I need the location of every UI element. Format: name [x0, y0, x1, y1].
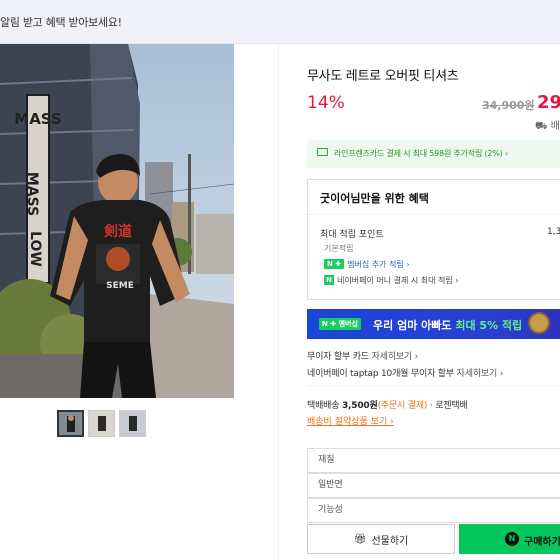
thumbnail-image: [59, 412, 82, 435]
truck-icon: ⛟: [535, 121, 548, 132]
buy-button-label: 구매하기: [524, 537, 560, 548]
thumbnail-2[interactable]: [88, 410, 115, 437]
money-row: N 네이버페이 머니 결제 시 최대 적립 ›: [324, 274, 459, 286]
sign-text-low: LOW: [27, 231, 43, 267]
taptap-label: 네이버페이 taptap 10개월 무이자 할부: [307, 369, 454, 379]
banner-text: 알림 받고 혜택 받아보세요!: [0, 16, 122, 29]
membership-link[interactable]: 멤버십 추가 적립 ›: [347, 259, 409, 270]
option-cotton[interactable]: 일반면: [307, 473, 560, 498]
installment-detail-link[interactable]: 자세히보기 ›: [372, 352, 419, 362]
shipping-saving-link[interactable]: 배송비 절약상품 보기 ›: [307, 414, 394, 427]
shipping-method: 택배배송: [307, 401, 340, 411]
option-material[interactable]: 재질: [307, 448, 560, 473]
benefit-box: 굿이어님만을 위한 혜택 최대 적립 포인트 1,3 기본적립 N ✚ 멤버십 …: [307, 179, 560, 300]
points-label: 최대 적립 포인트: [320, 230, 384, 240]
membership-row: N ✚ 멤버십 추가 적립 ›: [324, 258, 410, 270]
gift-button[interactable]: 🎁︎ 선물하기: [307, 524, 455, 554]
points-value: 1,3: [547, 227, 560, 237]
installment-label: 무이자 할부 카드: [307, 352, 369, 362]
money-link[interactable]: 네이버페이 머니 결제 시 최대 적립 ›: [337, 275, 459, 286]
product-main-image[interactable]: MASS MASS LOW 剣道 SEME: [0, 44, 234, 398]
gift-icon: 🎁︎: [353, 533, 367, 545]
shipping-info: ⛟ 배송: [535, 117, 560, 134]
benefit-divider: [308, 214, 560, 215]
shirt-graphic-sub: SEME: [106, 281, 134, 291]
naver-pay-money-icon: N: [324, 275, 334, 285]
naver-pay-icon: N: [505, 532, 519, 546]
membership-ad-banner[interactable]: N ✚ 멤버십 우리 엄마 아빠도 최대 5% 적립: [307, 309, 560, 339]
sign-letter-m: MASS: [14, 110, 61, 128]
option-functional[interactable]: 기능성: [307, 498, 560, 523]
installment-row: 무이자 할부 카드 자세히보기 ›: [307, 349, 418, 362]
taptap-row: 네이버페이 taptap 10개월 무이자 할부 자세히보기 ›: [307, 366, 503, 379]
credit-card-icon: [317, 148, 328, 156]
gift-button-label: 선물하기: [371, 535, 409, 547]
thumbnail-strip: [57, 410, 146, 437]
shipping-label: 배송: [550, 121, 560, 132]
ad-text-main: 우리 엄마 아빠도: [373, 319, 456, 332]
shipping-fee: 3,500원: [342, 401, 378, 411]
product-photo-illustration: MASS MASS LOW 剣道 SEME: [0, 44, 234, 398]
sale-price: 29,: [537, 92, 560, 113]
shipping-row: 택배배송 3,500원(주문시 결제) · 로젠택배: [307, 398, 468, 411]
membership-badge-icon: N ✚ 멤버십: [319, 318, 361, 330]
buy-button[interactable]: N 구매하기: [459, 524, 560, 554]
taptap-detail-link[interactable]: 자세히보기 ›: [457, 369, 504, 379]
shipping-fee-note: (주문시 결제): [377, 401, 428, 411]
thumbnail-image: [120, 411, 145, 436]
coin-icon: [528, 312, 550, 334]
shipping-carrier: · 로젠택배: [429, 401, 468, 411]
product-page: 알림 받고 혜택 받아보세요! MASS MASS LOW 剣道 SEME 무사…: [0, 0, 560, 560]
card-promo-banner[interactable]: 라인프렌즈카드 결제 시 최대 598원 추가적립 (2%) ›: [307, 140, 560, 168]
product-title: 무사도 레트로 오버핏 티셔츠: [307, 69, 459, 84]
original-price: 34,900원: [482, 99, 535, 112]
section-divider: [307, 385, 560, 386]
column-divider: [278, 44, 279, 560]
benefit-heading: 굿이어님만을 위한 혜택: [320, 192, 429, 205]
notification-banner[interactable]: 알림 받고 혜택 받아보세요!: [0, 0, 560, 44]
thumbnail-image: [89, 411, 114, 436]
basic-points-label: 기본적립: [324, 244, 354, 253]
ad-text-highlight: 최대 5% 적립: [455, 319, 523, 332]
discount-rate: 14%: [307, 93, 345, 113]
shirt-graphic-text: 剣道: [103, 223, 132, 240]
naver-membership-badge-icon: N ✚: [324, 259, 345, 269]
svg-text:MASS: MASS: [24, 172, 40, 216]
thumbnail-3[interactable]: [119, 410, 146, 437]
thumbnail-1[interactable]: [57, 410, 84, 437]
card-promo-text: 라인프렌즈카드 결제 시 최대 598원 추가적립 (2%) ›: [334, 149, 508, 158]
ad-text: 우리 엄마 아빠도 최대 5% 적립: [373, 317, 522, 333]
